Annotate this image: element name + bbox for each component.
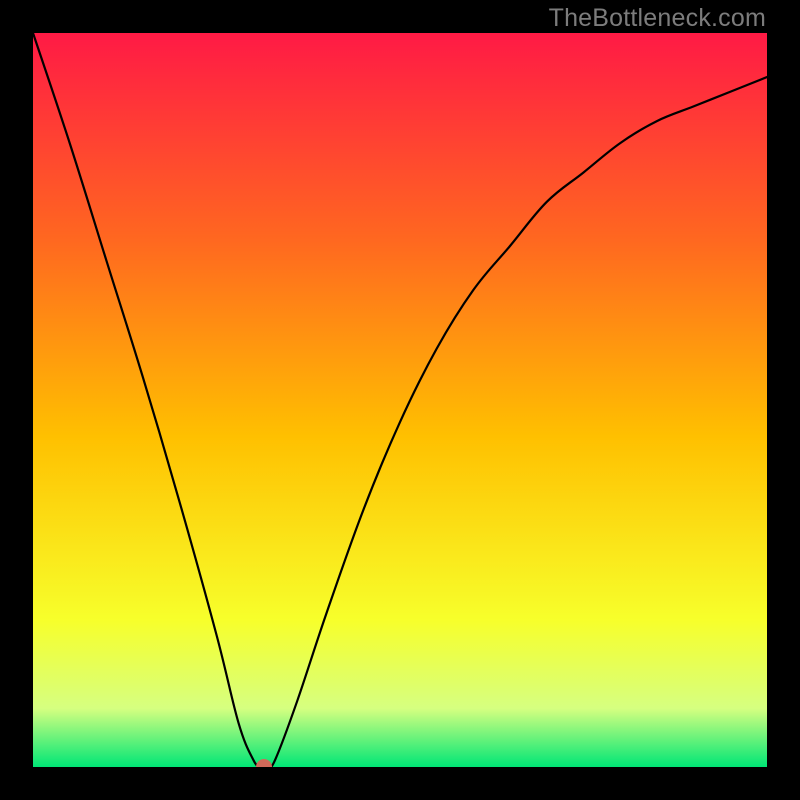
watermark-text: TheBottleneck.com [549,4,766,33]
chart-frame: TheBottleneck.com [0,0,800,800]
bottleneck-curve [33,33,767,767]
plot-area [33,33,767,767]
